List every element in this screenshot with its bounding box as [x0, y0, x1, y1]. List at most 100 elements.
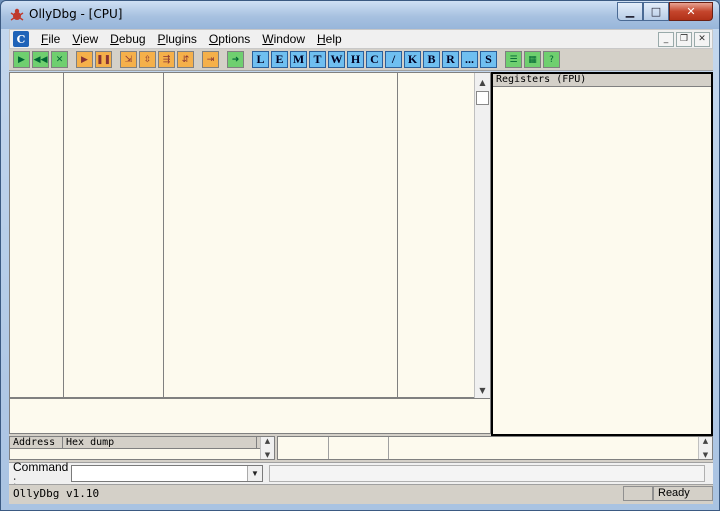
- window-button-m[interactable]: M: [290, 51, 307, 68]
- column-divider[interactable]: [388, 437, 389, 459]
- window-controls: ▁ □ ✕: [617, 2, 713, 21]
- cpu-client-area: ▲ ▼ Registers (FPU) Address Hex dump ▲ ▼…: [9, 72, 713, 504]
- menu-items: File View Debug Plugins Options Window Help: [35, 32, 348, 46]
- menu-label: indow: [273, 32, 305, 46]
- menu-bar: C File View Debug Plugins Options Window Help …: [9, 29, 713, 49]
- scroll-down-icon[interactable]: ▼: [265, 451, 270, 459]
- grid-icon[interactable]: ▦: [524, 51, 541, 68]
- window-button-l[interactable]: L: [252, 51, 269, 68]
- status-text: OllyDbg v1.10: [13, 487, 100, 500]
- dump-pane[interactable]: Address Hex dump ▲ ▼: [9, 436, 275, 460]
- menu-label: ebug: [118, 32, 146, 46]
- menu-label: elp: [325, 32, 342, 46]
- pause-icon[interactable]: ❚❚: [95, 51, 112, 68]
- menu-mnemonic: D: [110, 32, 119, 46]
- close-program-icon[interactable]: ✕: [51, 51, 68, 68]
- mdi-restore-button[interactable]: ❐: [676, 31, 692, 47]
- dump-column-address[interactable]: Address: [10, 437, 63, 448]
- minimize-button[interactable]: ▁: [617, 2, 643, 21]
- status-bar: OllyDbg v1.10 Ready: [9, 484, 713, 502]
- info-pane[interactable]: [9, 398, 491, 434]
- menu-plugins[interactable]: Plugins: [152, 32, 203, 46]
- title-bar[interactable]: OllyDbg - [CPU] ▁ □ ✕: [1, 1, 719, 29]
- scroll-thumb[interactable]: [476, 91, 489, 105]
- menu-help[interactable]: Help: [311, 32, 348, 46]
- window-button-w[interactable]: W: [328, 51, 345, 68]
- window-button-b[interactable]: B: [423, 51, 440, 68]
- maximize-icon: □: [650, 5, 662, 18]
- menu-label: ptions: [218, 32, 251, 46]
- column-divider[interactable]: [328, 437, 329, 459]
- column-divider[interactable]: [397, 73, 398, 399]
- window-button-h[interactable]: H: [347, 51, 364, 68]
- trace-into-icon[interactable]: ⇶: [158, 51, 175, 68]
- dump-column-hex[interactable]: Hex dump: [63, 437, 257, 448]
- registers-header[interactable]: Registers (FPU): [493, 74, 711, 87]
- window-button-patches[interactable]: /: [385, 51, 402, 68]
- menu-view[interactable]: View: [66, 32, 104, 46]
- window-button-references[interactable]: ...: [461, 51, 478, 68]
- menu-debug[interactable]: Debug: [104, 32, 151, 46]
- minimize-icon: ▁: [625, 5, 635, 18]
- window-button-s[interactable]: S: [480, 51, 497, 68]
- run-icon[interactable]: ▶: [76, 51, 93, 68]
- toolbar: ▶ ◀◀ ✕ ▶ ❚❚ ⇲ ⇳ ⇶ ⇵ ⇥ ➜ L E M T W H C / K B R... S ☰ ▦?: [9, 49, 713, 71]
- mdi-controls: _ ❐ ✕: [658, 31, 712, 47]
- maximize-button[interactable]: □: [643, 2, 669, 21]
- window-button-t[interactable]: T: [309, 51, 326, 68]
- minimize-icon: _: [663, 34, 669, 44]
- cpu-window-icon[interactable]: C: [13, 31, 29, 47]
- dump-scrollbar[interactable]: ▲ ▼: [260, 437, 274, 459]
- stack-pane[interactable]: ▲ ▼: [277, 436, 713, 460]
- close-icon: ✕: [686, 5, 696, 18]
- window-title: OllyDbg - [CPU]: [29, 7, 123, 21]
- column-divider[interactable]: [63, 73, 64, 399]
- step-into-icon[interactable]: ⇲: [120, 51, 137, 68]
- execute-till-return-icon[interactable]: ⇥: [202, 51, 219, 68]
- restore-icon: ❐: [679, 34, 689, 44]
- scroll-up-icon[interactable]: ▲: [703, 437, 708, 445]
- window-button-e[interactable]: E: [271, 51, 288, 68]
- step-over-icon[interactable]: ⇳: [139, 51, 156, 68]
- command-input[interactable]: ▼: [71, 465, 263, 482]
- chevron-down-icon[interactable]: ▼: [247, 466, 262, 481]
- window-button-k[interactable]: K: [404, 51, 421, 68]
- menu-mnemonic: P: [157, 32, 166, 46]
- scroll-down-icon[interactable]: ▼: [703, 451, 708, 459]
- close-icon: ✕: [698, 34, 706, 44]
- status-state: Ready: [653, 486, 713, 501]
- trace-over-icon[interactable]: ⇵: [177, 51, 194, 68]
- menu-file[interactable]: File: [35, 32, 66, 46]
- menu-mnemonic: H: [316, 32, 326, 46]
- scroll-down-icon[interactable]: ▼: [475, 383, 490, 397]
- menu-window[interactable]: Window: [256, 32, 311, 46]
- menu-label: lugins: [165, 32, 197, 46]
- scroll-up-icon[interactable]: ▲: [475, 75, 490, 89]
- registers-pane[interactable]: Registers (FPU): [491, 72, 713, 436]
- restart-icon[interactable]: ◀◀: [32, 51, 49, 68]
- command-comment-field: [269, 465, 705, 482]
- command-bar: Command : ▼: [9, 460, 713, 488]
- window-button-c[interactable]: C: [366, 51, 383, 68]
- window-button-r[interactable]: R: [442, 51, 459, 68]
- scroll-up-icon[interactable]: ▲: [265, 437, 270, 445]
- stack-scrollbar[interactable]: ▲ ▼: [698, 437, 712, 459]
- disassembly-scrollbar[interactable]: ▲ ▼: [474, 73, 490, 399]
- menu-label: ile: [48, 32, 61, 46]
- column-divider[interactable]: [163, 73, 164, 399]
- menu-label: iew: [80, 32, 99, 46]
- close-button[interactable]: ✕: [669, 2, 713, 21]
- bug-icon: [10, 8, 24, 21]
- menu-mnemonic: O: [208, 32, 219, 46]
- list-icon[interactable]: ☰: [505, 51, 522, 68]
- dump-header: Address Hex dump: [10, 437, 274, 449]
- mdi-close-button[interactable]: ✕: [694, 31, 710, 47]
- open-icon[interactable]: ▶: [13, 51, 30, 68]
- menu-mnemonic: W: [262, 32, 274, 46]
- disassembly-pane[interactable]: ▲ ▼: [9, 72, 491, 399]
- go-to-icon[interactable]: ➜: [227, 51, 244, 68]
- mdi-minimize-button[interactable]: _: [658, 31, 674, 47]
- status-panel: [623, 486, 653, 501]
- menu-options[interactable]: Options: [203, 32, 256, 46]
- help-icon[interactable]: ?: [543, 51, 560, 68]
